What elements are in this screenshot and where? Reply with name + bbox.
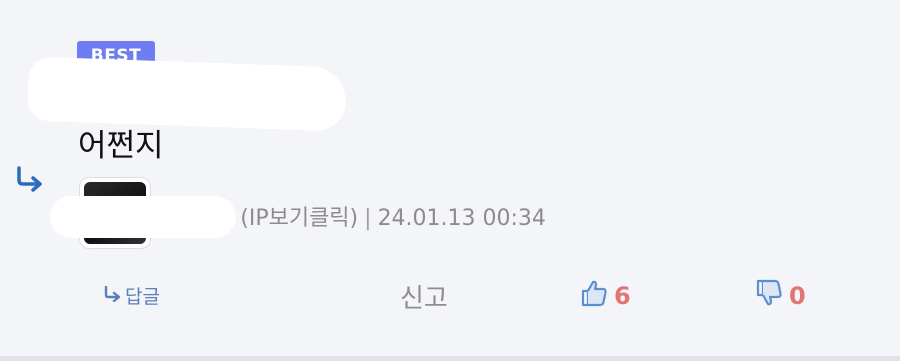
comment-text: 어쩐지 <box>78 128 164 164</box>
comment-item: BEST 어쩐지 !|(IP보기클릭)|24.01.13 00:34 답글 신고… <box>0 0 900 361</box>
thumbs-down-icon <box>755 279 783 313</box>
reply-small-icon <box>103 285 123 307</box>
dislike-count: 0 <box>789 282 806 310</box>
like-button[interactable]: 6 <box>580 279 631 313</box>
comment-timestamp: 24.01.13 00:34 <box>377 206 546 231</box>
like-count: 6 <box>614 282 631 310</box>
thumbs-up-icon <box>580 279 608 313</box>
redacted-author <box>50 196 236 238</box>
ip-toggle-link[interactable]: (IP보기클릭) <box>240 206 358 231</box>
redacted-username <box>26 56 348 132</box>
reply-button-label: 답글 <box>125 286 160 308</box>
dislike-button[interactable]: 0 <box>755 279 806 313</box>
meta-divider: | <box>364 206 372 231</box>
comment-meta: !|(IP보기클릭)|24.01.13 00:34 <box>212 200 546 232</box>
divider <box>0 356 900 361</box>
reply-arrow-icon <box>14 166 44 196</box>
reply-button[interactable]: 답글 <box>103 282 160 309</box>
report-button[interactable]: 신고 <box>400 278 448 315</box>
